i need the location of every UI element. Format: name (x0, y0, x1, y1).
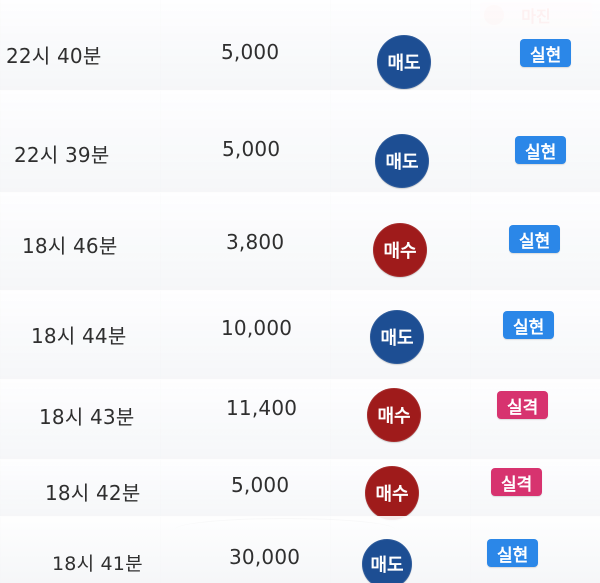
trade-time: 18시 46분 (22, 234, 118, 258)
trade-time: 18시 42분 (45, 481, 141, 505)
trade-time: 22시 39분 (14, 143, 110, 167)
trade-history-screen: 마진 22시 40분 5,000 매도 실현 22시 39분 5,000 매도 … (0, 0, 600, 583)
trade-amount: 5,000 (231, 473, 290, 497)
table-row[interactable]: 18시 42분 5,000 매수 실격 (0, 459, 600, 520)
trade-amount: 5,000 (221, 40, 280, 64)
status-badge[interactable]: 실현 (487, 539, 539, 567)
table-row[interactable]: 18시 41분 30,000 매도 실현 (0, 516, 600, 583)
table-row[interactable]: 18시 46분 3,800 매수 실현 (0, 192, 600, 291)
trade-time: 18시 41분 (52, 553, 143, 575)
trade-amount: 30,000 (229, 545, 301, 569)
status-badge[interactable]: 실현 (515, 136, 567, 164)
status-badge[interactable]: 실현 (520, 39, 572, 67)
table-row[interactable]: 18시 43분 11,400 매수 실격 (0, 379, 600, 460)
sell-badge[interactable]: 매도 (362, 539, 412, 583)
trade-time: 18시 44분 (31, 324, 127, 348)
sell-badge[interactable]: 매도 (375, 134, 429, 188)
sell-badge[interactable]: 매도 (370, 310, 424, 364)
status-badge[interactable]: 실격 (491, 468, 543, 496)
trade-time: 18시 43분 (39, 405, 135, 429)
status-badge[interactable]: 실격 (497, 391, 549, 419)
table-row[interactable]: 22시 39분 5,000 매도 실현 (0, 90, 600, 193)
trade-amount: 11,400 (226, 396, 298, 420)
trade-amount: 10,000 (221, 316, 293, 340)
trade-time: 22시 40분 (6, 44, 102, 68)
buy-badge[interactable]: 매수 (373, 223, 427, 277)
trade-amount: 3,800 (226, 230, 285, 254)
trade-amount: 5,000 (222, 137, 281, 161)
buy-badge[interactable]: 매수 (367, 388, 421, 442)
table-row[interactable]: 18시 44분 10,000 매도 실현 (0, 290, 600, 380)
table-row[interactable]: 22시 40분 5,000 매도 실현 (0, 0, 600, 91)
status-badge[interactable]: 실현 (503, 311, 555, 339)
sell-badge[interactable]: 매도 (377, 35, 431, 89)
buy-badge[interactable]: 매수 (365, 466, 419, 520)
status-badge[interactable]: 실현 (509, 225, 561, 253)
